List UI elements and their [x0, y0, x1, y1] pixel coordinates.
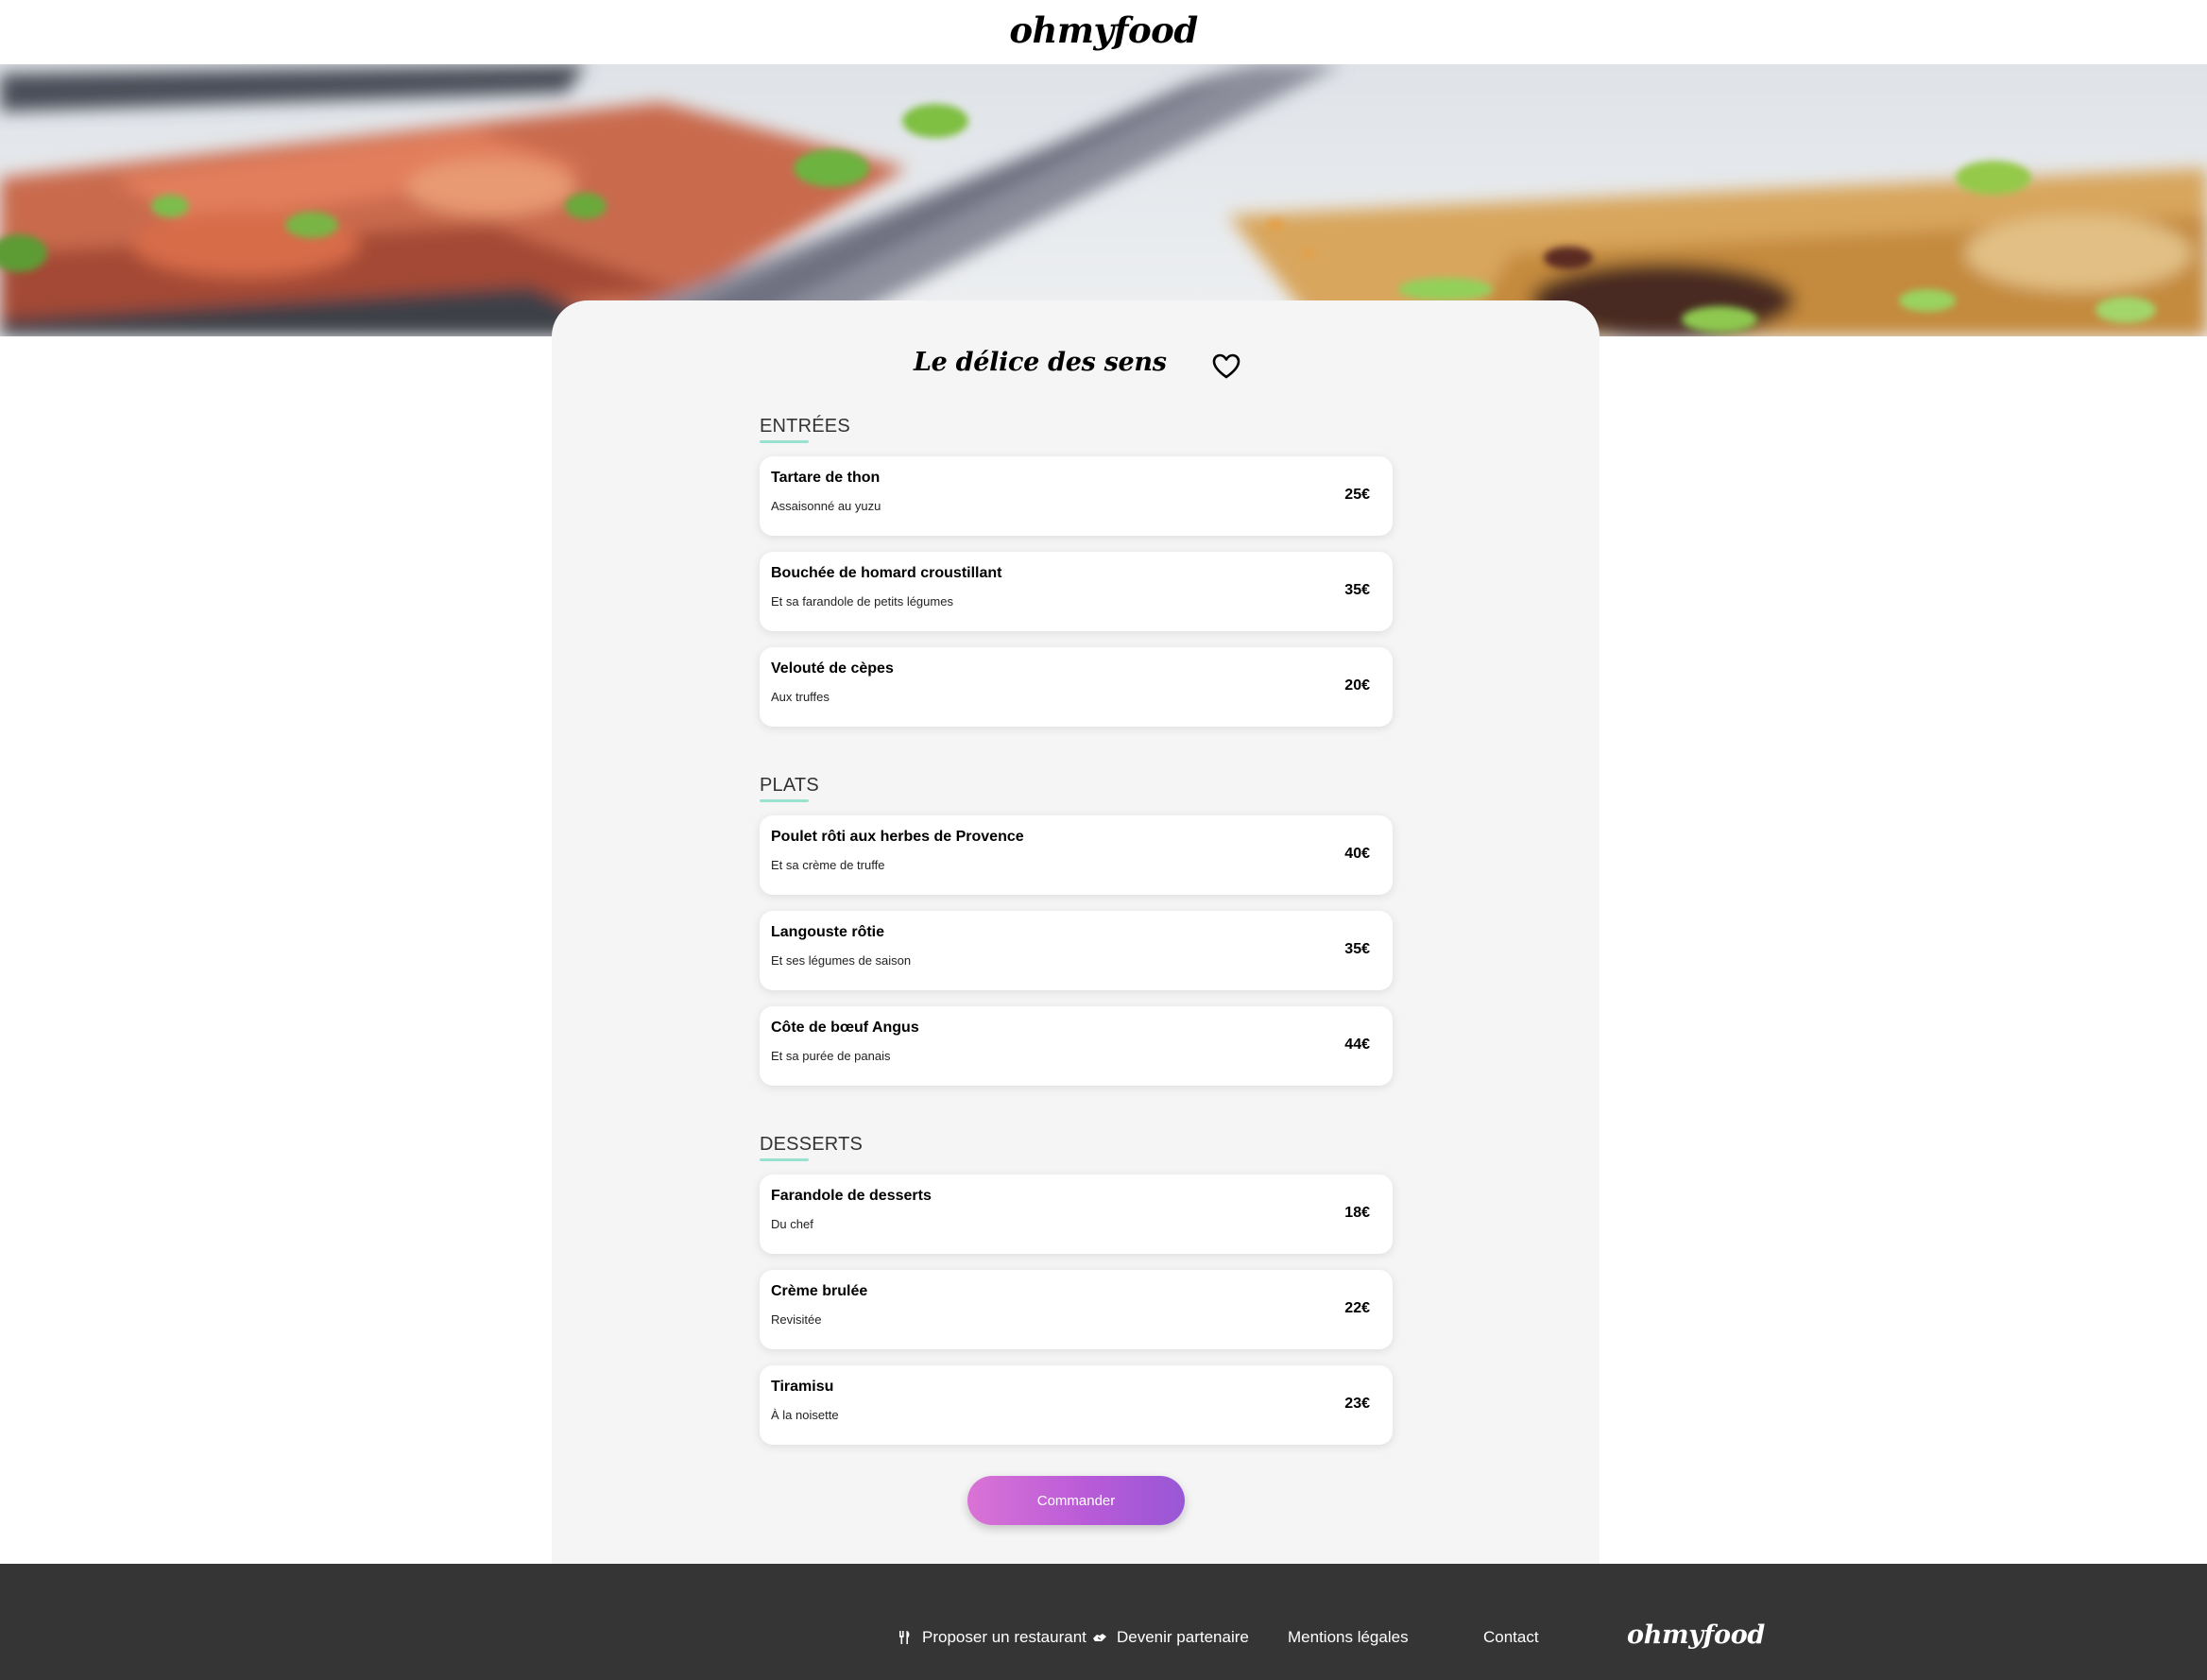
dish-name: Tiramisu [771, 1379, 834, 1395]
footer-logo[interactable]: ohmyfood [1627, 1620, 1765, 1650]
dish-name: Tartare de thon [771, 470, 881, 486]
dish-card[interactable]: Poulet rôti aux herbes de Provence Et sa… [760, 815, 1393, 895]
dish-price: 40€ [1344, 846, 1370, 862]
site-footer: Proposer un restaurant Devenir partenair… [0, 1564, 2207, 1680]
menu-card: Le délice des sens ENTRÉES Tartare de th… [552, 300, 1600, 1564]
dish-description: Assaisonné au yuzu [771, 499, 881, 513]
dish-description: Du chef [771, 1217, 813, 1231]
section-plats: PLATS Poulet rôti aux herbes de Provence… [760, 773, 1393, 1086]
dish-price: 23€ [1344, 1396, 1370, 1412]
footer-links: Proposer un restaurant Devenir partenair… [0, 1564, 2207, 1680]
dish-description: Aux truffes [771, 690, 830, 704]
footer-link-label: Proposer un restaurant [922, 1628, 1086, 1646]
dish-name: Velouté de cèpes [771, 660, 894, 677]
dish-price: 22€ [1344, 1300, 1370, 1316]
dish-description: Et sa crème de truffe [771, 858, 885, 872]
footer-link-label: Devenir partenaire [1117, 1628, 1249, 1646]
footer-link-contact[interactable]: Contact [1483, 1628, 1539, 1647]
section-entrees: ENTRÉES Tartare de thon Assaisonné au yu… [760, 414, 1393, 727]
section-desserts: DESSERTS Farandole de desserts Du chef 1… [760, 1132, 1393, 1445]
hero-food-photo [0, 64, 2207, 336]
section-title: DESSERTS [760, 1134, 864, 1155]
utensils-icon [898, 1630, 913, 1645]
footer-link-label: Mentions légales [1288, 1628, 1409, 1646]
dish-description: Et sa farandole de petits légumes [771, 594, 953, 609]
dish-price: 44€ [1344, 1037, 1370, 1053]
dish-card[interactable]: Bouchée de homard croustillant Et sa far… [760, 552, 1393, 631]
dish-price: 35€ [1344, 941, 1370, 957]
footer-link-legal[interactable]: Mentions légales [1288, 1628, 1409, 1647]
dish-description: À la noisette [771, 1408, 839, 1422]
restaurant-name: Le délice des sens [914, 348, 1167, 377]
section-underline [760, 1158, 809, 1161]
dish-name: Poulet rôti aux herbes de Provence [771, 829, 1024, 845]
dish-card[interactable]: Tiramisu À la noisette 23€ [760, 1365, 1393, 1445]
dish-name: Côte de bœuf Angus [771, 1020, 919, 1036]
footer-link-propose-restaurant[interactable]: Proposer un restaurant [898, 1628, 1086, 1647]
section-underline [760, 799, 809, 802]
dish-price: 20€ [1344, 677, 1370, 694]
section-title: ENTRÉES [760, 416, 850, 437]
dish-card[interactable]: Langouste rôtie Et ses légumes de saison… [760, 911, 1393, 990]
dish-card[interactable]: Crème brulée Revisitée 22€ [760, 1270, 1393, 1349]
dish-card[interactable]: Tartare de thon Assaisonné au yuzu 25€ [760, 456, 1393, 536]
dish-price: 18€ [1344, 1205, 1370, 1221]
footer-link-become-partner[interactable]: Devenir partenaire [1092, 1628, 1249, 1647]
dish-description: Et ses légumes de saison [771, 953, 912, 968]
dish-card[interactable]: Côte de bœuf Angus Et sa purée de panais… [760, 1006, 1393, 1086]
dish-price: 25€ [1344, 487, 1370, 503]
dish-list: Tartare de thon Assaisonné au yuzu 25€ B… [760, 456, 1393, 727]
dish-card[interactable]: Farandole de desserts Du chef 18€ [760, 1174, 1393, 1254]
dish-name: Langouste rôtie [771, 924, 885, 940]
dish-card[interactable]: Velouté de cèpes Aux truffes 20€ [760, 647, 1393, 727]
dish-price: 35€ [1344, 582, 1370, 598]
dish-name: Crème brulée [771, 1283, 868, 1299]
dish-name: Farandole de desserts [771, 1188, 932, 1204]
section-title: PLATS [760, 775, 819, 796]
dish-list: Farandole de desserts Du chef 18€ Crème … [760, 1174, 1393, 1445]
section-underline [760, 440, 809, 443]
footer-link-label: Contact [1483, 1628, 1539, 1646]
handshake-icon [1092, 1630, 1107, 1645]
menu-card-header: Le délice des sens [552, 333, 1600, 389]
dish-name: Bouchée de homard croustillant [771, 565, 1002, 581]
dish-list: Poulet rôti aux herbes de Provence Et sa… [760, 815, 1393, 1086]
site-logo[interactable]: ohmyfood [1009, 9, 1198, 51]
heart-icon[interactable] [1212, 353, 1240, 380]
site-header: ohmyfood [0, 0, 2207, 64]
dish-description: Et sa purée de panais [771, 1049, 891, 1063]
hero-banner-image [0, 64, 2207, 336]
order-button[interactable]: Commander [967, 1476, 1185, 1525]
dish-description: Revisitée [771, 1312, 822, 1327]
